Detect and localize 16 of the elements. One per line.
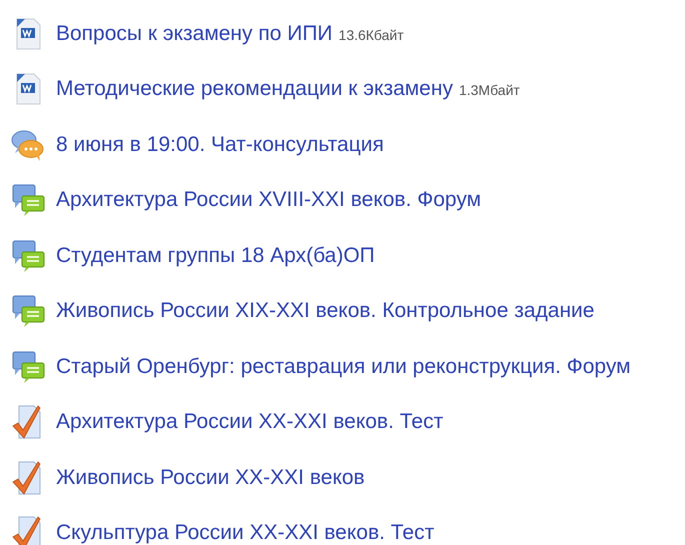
activity-link[interactable]: Вопросы к экзамену по ИПИ xyxy=(56,22,333,46)
forum-icon xyxy=(10,182,46,218)
activity-link[interactable]: Студентам группы 18 Арх(ба)ОП xyxy=(56,244,375,268)
file-size: 1.3Мбайт xyxy=(458,82,520,98)
activity-link[interactable]: Архитектура России XVIII-XXI веков. Форум xyxy=(56,188,482,212)
activity-link[interactable]: Живопись России XIX-XXI веков. Контрольное задание xyxy=(56,299,594,324)
forum-icon xyxy=(10,348,46,385)
activity-link[interactable]: 8 июня в 19:00. Чат-консультация xyxy=(56,132,384,157)
file-size: 13.6Кбайт xyxy=(338,26,404,43)
activity-link[interactable]: Методические рекомендации к экзамену xyxy=(56,77,453,102)
activity-link[interactable]: Скульптура России XX-XXI веков. Тест xyxy=(56,521,434,545)
forum-icon xyxy=(10,293,46,330)
activity-link[interactable]: Архитектура России XX-XXI веков. Тест xyxy=(56,410,444,434)
forum-icon xyxy=(10,238,46,274)
activity-link[interactable]: Старый Оренбург: реставрация или реконструкция. Форум xyxy=(56,354,631,379)
activity-link[interactable]: Живопись России XX-XXI веков xyxy=(56,466,365,490)
